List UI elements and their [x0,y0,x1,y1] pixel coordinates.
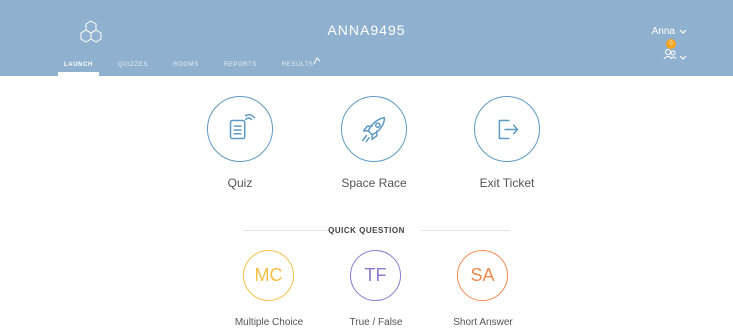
quick-question-mc[interactable]: MC Multiple Choice [235,250,303,328]
main-nav: LAUNCH QUIZZES ROOMS REPORTS RESULTS [58,57,321,76]
launch-space-race[interactable]: Space Race [341,96,407,190]
exit-ticket-label: Exit Ticket [479,176,535,190]
user-menu[interactable]: Anna [652,26,687,37]
multiple-choice-button[interactable]: MC [243,250,294,301]
notifications-icon-wrap: 0 [663,39,677,61]
exit-ticket-button[interactable] [474,96,540,162]
top-header: ANNA9495 Anna LAUNCH QUIZZES ROOMS REPOR… [0,0,733,76]
divider-right [420,230,510,231]
tab-quizzes[interactable]: QUIZZES [118,62,148,76]
tab-results-label: RESULTS [281,62,314,68]
quick-question-tf[interactable]: TF True / False [350,250,402,328]
tab-reports[interactable]: REPORTS [224,62,257,76]
quiz-button[interactable] [207,96,273,162]
quick-question-title: QUICK QUESTION [328,226,405,235]
launch-exit-ticket[interactable]: Exit Ticket [474,96,540,190]
pointer-tick-icon [313,57,321,65]
chevron-down-icon [679,55,687,60]
quiz-document-icon [229,113,256,140]
true-false-button[interactable]: TF [350,250,401,301]
launch-quiz[interactable]: Quiz [207,96,273,190]
space-race-button[interactable] [341,96,407,162]
short-answer-label: Short Answer [453,317,513,328]
tab-launch[interactable]: LAUNCH [58,62,99,76]
multiple-choice-label: Multiple Choice [234,317,304,328]
user-name: Anna [651,26,675,37]
users-icon [663,49,677,60]
quiz-label: Quiz [227,176,253,190]
exit-door-icon [498,119,519,140]
quick-question-sa[interactable]: SA Short Answer [453,250,513,328]
tab-rooms[interactable]: ROOMS [173,62,199,76]
chevron-down-icon [679,29,687,34]
notification-count-badge: 0 [666,39,676,49]
space-race-label: Space Race [341,176,407,190]
tab-results[interactable]: RESULTS [281,57,321,76]
true-false-label: True / False [349,317,403,328]
notifications-menu[interactable]: 0 [663,39,687,61]
short-answer-button[interactable]: SA [457,250,508,301]
rocket-icon [361,116,386,143]
room-name-title: ANNA9495 [327,22,406,38]
